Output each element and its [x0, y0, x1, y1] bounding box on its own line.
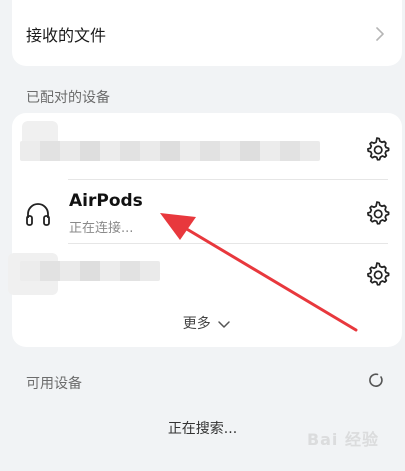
headphone-icon	[26, 203, 50, 226]
gear-icon[interactable]	[364, 135, 390, 161]
paired-device-row-airpods[interactable]: AirPods 正在连接...	[12, 179, 402, 245]
device-name: AirPods	[69, 191, 143, 211]
received-files-row[interactable]: 接收的文件	[12, 0, 402, 66]
watermark: Bai 经验	[306, 430, 379, 449]
paired-device-row-1[interactable]	[12, 113, 402, 179]
gear-icon[interactable]	[364, 260, 390, 286]
chevron-right-icon	[376, 27, 384, 41]
loading-spinner-icon	[369, 373, 383, 387]
more-label: 更多	[182, 316, 211, 332]
more-button[interactable]: 更多	[12, 313, 402, 333]
device-status: 正在连接...	[69, 221, 134, 236]
paired-devices-title: 已配对的设备	[26, 90, 110, 106]
chevron-down-icon	[218, 321, 230, 328]
gear-icon[interactable]	[364, 199, 390, 225]
available-devices-title: 可用设备	[26, 376, 82, 392]
paired-device-row-3[interactable]	[8, 243, 402, 309]
received-files-label: 接收的文件	[26, 26, 107, 45]
received-files-card: 接收的文件	[12, 0, 402, 66]
blurred-device-name	[20, 261, 160, 281]
paired-devices-card: AirPods 正在连接... 更多	[8, 113, 402, 347]
blurred-device-name	[20, 141, 320, 161]
